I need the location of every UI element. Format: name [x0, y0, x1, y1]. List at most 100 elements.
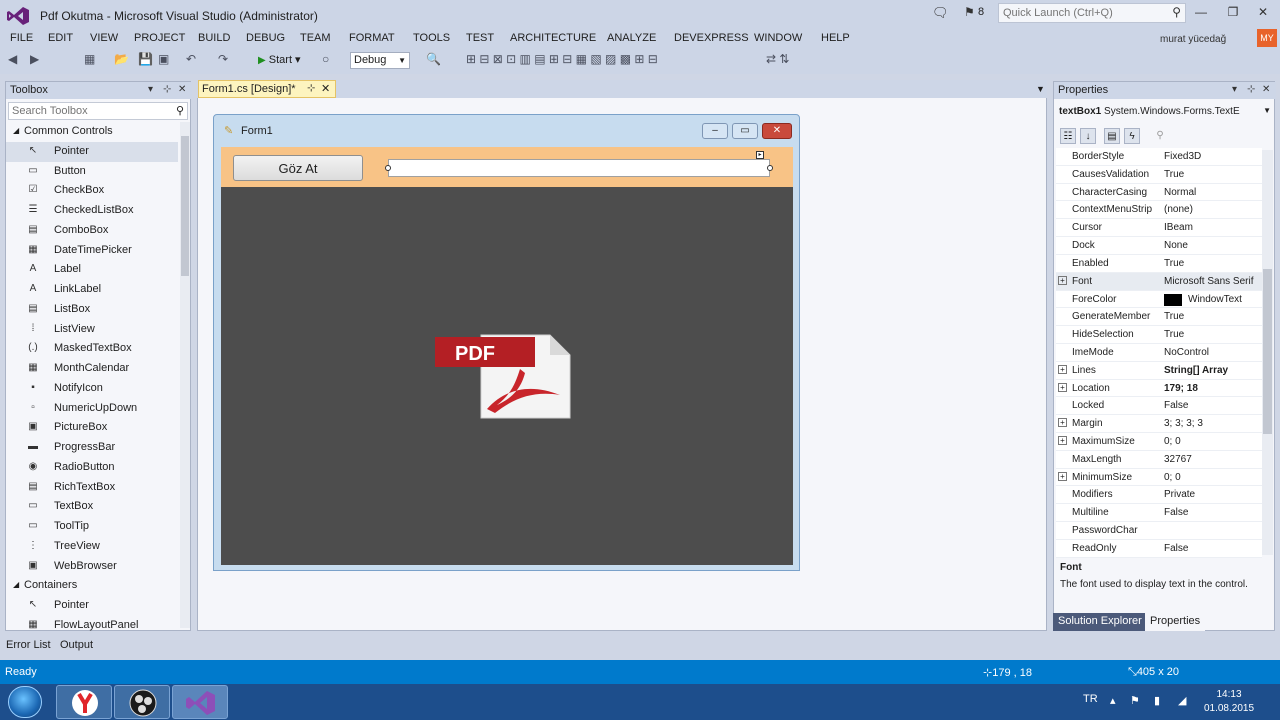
quick-launch-input[interactable]: [999, 4, 1159, 22]
windows-start-icon[interactable]: [8, 686, 42, 718]
menu-tools[interactable]: TOOLS: [413, 32, 450, 44]
menu-window[interactable]: WINDOW: [754, 32, 802, 44]
notification-icon[interactable]: 🗨: [932, 5, 949, 21]
menu-view[interactable]: VIEW: [90, 32, 118, 44]
smart-tag-icon[interactable]: ▸: [756, 151, 764, 159]
expand-icon[interactable]: +: [1058, 364, 1067, 374]
toolbox-item[interactable]: (.) MaskedTextBox: [6, 339, 178, 359]
property-row[interactable]: + MinimumSize 0; 0: [1056, 468, 1262, 487]
top-panel[interactable]: Göz At ▸: [221, 147, 793, 187]
property-value[interactable]: None: [1164, 240, 1260, 254]
property-value[interactable]: Fixed3D: [1164, 151, 1260, 165]
toolbox-item[interactable]: ↖ Pointer: [6, 141, 178, 162]
taskbar-yandex-browser[interactable]: [56, 685, 112, 719]
menu-architecture[interactable]: ARCHITECTURE: [510, 32, 596, 44]
toolbox-category[interactable]: ◢ Containers: [6, 576, 178, 596]
expand-icon[interactable]: +: [1058, 382, 1067, 392]
property-row[interactable]: Multiline False: [1056, 504, 1262, 523]
property-value[interactable]: False: [1164, 400, 1260, 414]
toolbox-category[interactable]: ◢ Common Controls: [6, 122, 178, 142]
property-row[interactable]: Cursor IBeam: [1056, 219, 1262, 238]
search-input[interactable]: [9, 103, 159, 119]
property-row[interactable]: ImeMode NoControl: [1056, 343, 1262, 362]
property-row[interactable]: Locked False: [1056, 397, 1262, 416]
property-row[interactable]: CharacterCasing Normal: [1056, 183, 1262, 202]
toolbox-item[interactable]: ▭ ToolTip: [6, 517, 178, 537]
property-pages-icon[interactable]: ⚲: [1152, 128, 1168, 144]
volume-icon[interactable]: ◢: [1178, 694, 1186, 707]
open-file-icon[interactable]: 📂: [114, 52, 129, 66]
collapse-icon[interactable]: ◢: [13, 580, 19, 589]
new-project-icon[interactable]: ▦: [84, 52, 95, 66]
property-row[interactable]: Enabled True: [1056, 254, 1262, 273]
property-value[interactable]: IBeam: [1164, 222, 1260, 236]
feedback-flag-icon[interactable]: ⚑: [964, 5, 975, 19]
form-client-area[interactable]: Göz At ▸ PDF: [221, 147, 793, 565]
user-name[interactable]: murat yücedağ: [1160, 34, 1226, 45]
property-value[interactable]: Normal: [1164, 187, 1260, 201]
flag-icon[interactable]: ⚑: [1130, 694, 1140, 707]
toolbox-item[interactable]: ▣ WebBrowser: [6, 557, 178, 577]
property-value[interactable]: True: [1164, 169, 1260, 183]
taskbar-visual-studio[interactable]: [172, 685, 228, 719]
toolbox-item[interactable]: ▤ ListBox: [6, 300, 178, 320]
menu-devexpress[interactable]: DEVEXPRESS: [674, 32, 749, 44]
property-row[interactable]: BorderStyle Fixed3D: [1056, 148, 1262, 166]
quick-launch-box[interactable]: ⚲: [998, 3, 1186, 23]
property-row[interactable]: MaxLength 32767: [1056, 450, 1262, 469]
save-all-icon[interactable]: ▣: [158, 52, 169, 66]
tab-form1-design[interactable]: Form1.cs [Design]* ⊹ ✕: [198, 80, 336, 98]
search-icon[interactable]: ⚲: [1172, 5, 1181, 19]
toolbox-item[interactable]: ▦ MonthCalendar: [6, 359, 178, 379]
menu-test[interactable]: TEST: [466, 32, 494, 44]
menu-team[interactable]: TEAM: [300, 32, 331, 44]
property-value[interactable]: False: [1164, 543, 1260, 557]
document-list-dropdown-icon[interactable]: ▼: [1036, 84, 1045, 94]
browse-button[interactable]: Göz At: [233, 155, 363, 181]
toolbox-item[interactable]: ▪ NotifyIcon: [6, 379, 178, 399]
menu-format[interactable]: FORMAT: [349, 32, 395, 44]
toolbox-item[interactable]: ▫ NumericUpDown: [6, 399, 178, 419]
property-row[interactable]: GenerateMember True: [1056, 308, 1262, 327]
tray-chevron-icon[interactable]: ▴: [1110, 694, 1116, 707]
property-value[interactable]: True: [1164, 329, 1260, 343]
close-icon[interactable]: ✕: [178, 84, 186, 95]
menu-project[interactable]: PROJECT: [134, 32, 185, 44]
property-row[interactable]: + Margin 3; 3; 3; 3: [1056, 415, 1262, 433]
expand-icon[interactable]: +: [1058, 471, 1067, 481]
dropdown-icon[interactable]: ▾: [1232, 84, 1237, 95]
toolbox-item[interactable]: ▤ ComboBox: [6, 221, 178, 241]
pin-icon[interactable]: ⊹: [1247, 84, 1255, 95]
menu-edit[interactable]: EDIT: [48, 32, 73, 44]
attach-icon[interactable]: ○: [322, 52, 329, 66]
property-row[interactable]: + MaximumSize 0; 0: [1056, 433, 1262, 451]
property-value[interactable]: 3; 3; 3; 3: [1164, 418, 1260, 432]
toolbox-item[interactable]: A Label: [6, 260, 178, 280]
property-row[interactable]: ContextMenuStrip (none): [1056, 201, 1262, 220]
property-value[interactable]: 179; 18: [1164, 383, 1260, 397]
dropdown-icon[interactable]: ▾: [148, 84, 153, 95]
toolbox-item[interactable]: ⁞ ListView: [6, 320, 178, 340]
categorized-icon[interactable]: ☷: [1060, 128, 1076, 144]
menu-debug[interactable]: DEBUG: [246, 32, 285, 44]
toolbox-item[interactable]: ▦ FlowLayoutPanel: [6, 616, 178, 636]
tab-order-icon[interactable]: ⇄ ⇅: [766, 52, 789, 66]
property-row[interactable]: Dock None: [1056, 237, 1262, 255]
tab-output[interactable]: Output: [60, 639, 93, 651]
property-value[interactable]: 0; 0: [1164, 472, 1260, 486]
forward-icon[interactable]: ▶: [30, 52, 39, 66]
find-icon[interactable]: 🔍: [426, 52, 441, 66]
property-value[interactable]: True: [1164, 311, 1260, 325]
tab-solution-explorer[interactable]: Solution Explorer: [1053, 613, 1147, 631]
toolbox-item[interactable]: A LinkLabel: [6, 280, 178, 300]
redo-icon[interactable]: ↷: [218, 52, 228, 66]
expand-icon[interactable]: +: [1058, 418, 1067, 428]
menu-build[interactable]: BUILD: [198, 32, 230, 44]
toolbox-item[interactable]: ▬ ProgressBar: [6, 438, 178, 458]
toolbox-item[interactable]: ◉ RadioButton: [6, 458, 178, 478]
collapse-icon[interactable]: ◢: [13, 126, 19, 135]
property-row[interactable]: HideSelection True: [1056, 326, 1262, 344]
property-row[interactable]: Modifiers Private: [1056, 486, 1262, 505]
undo-icon[interactable]: ↶: [186, 52, 196, 66]
property-value[interactable]: [1164, 525, 1260, 539]
